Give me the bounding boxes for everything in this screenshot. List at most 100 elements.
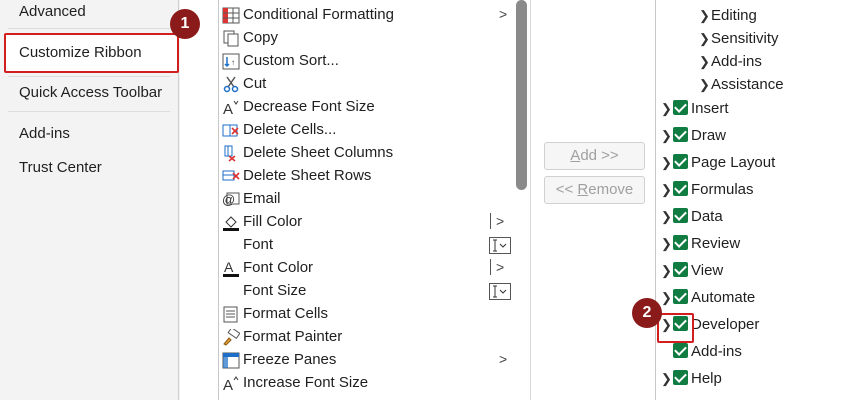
checkbox-checked[interactable] [673, 343, 688, 358]
checkbox-checked[interactable] [673, 127, 688, 142]
command-item[interactable]: ↑ Custom Sort... [219, 50, 515, 73]
command-item[interactable]: Delete Sheet Rows [219, 165, 515, 188]
command-item[interactable]: A Increase Font Size [219, 372, 515, 395]
command-item[interactable]: A Font Color > [219, 257, 515, 280]
add-button[interactable]: Add >> [544, 142, 645, 170]
command-label: Font Color [243, 259, 314, 276]
nav-item-trust-center[interactable]: Trust Center [19, 158, 102, 178]
checkbox-checked[interactable] [673, 100, 688, 115]
tree-tab-draw[interactable]: ❯ Draw [661, 126, 726, 148]
tree-group-sensitivity[interactable]: ❯Sensitivity [699, 29, 779, 51]
tree-group-label: Add-ins [711, 53, 762, 70]
nav-divider [8, 111, 170, 112]
tree-tab-label: Review [691, 235, 741, 252]
step-marker-2: 2 [632, 298, 662, 328]
add-button-label: dd >> [580, 147, 619, 164]
checkbox-checked[interactable] [673, 154, 688, 169]
command-item[interactable]: Format Painter [219, 326, 515, 349]
tree-group-assistance[interactable]: ❯Assistance [699, 75, 784, 97]
cut-icon [223, 76, 239, 93]
nav-item-add-ins[interactable]: Add-ins [19, 124, 70, 144]
options-nav: Advanced Customize Ribbon Quick Access T… [0, 0, 179, 400]
checkbox-checked[interactable] [673, 262, 688, 277]
split-chevron-right-icon: > [490, 213, 504, 229]
nav-divider [8, 76, 170, 77]
tree-tab-label: Developer [691, 316, 760, 333]
command-item[interactable]: Fill Color > [219, 211, 515, 234]
tree-group-add-ins[interactable]: ❯Add-ins [699, 52, 762, 74]
chevron-right-icon: ❯ [661, 182, 672, 197]
command-label: Font [243, 236, 274, 253]
tree-tab-view[interactable]: ❯ View [661, 261, 723, 283]
chevron-right-icon: ❯ [661, 155, 672, 170]
command-item[interactable]: Format Cells [219, 303, 515, 326]
decrease-font-size-icon: A [223, 100, 239, 116]
tree-tab-page-layout[interactable]: ❯ Page Layout [661, 153, 775, 175]
developer-checkbox-highlight [657, 313, 694, 343]
conditional-formatting-icon [222, 7, 240, 24]
command-label: Delete Sheet Rows [243, 167, 372, 184]
chevron-right-icon: ❯ [661, 101, 672, 116]
combo-dropdown-icon [489, 237, 511, 254]
commands-list[interactable]: Conditional Formatting > Copy ↑ Custom S… [218, 0, 514, 400]
command-item[interactable]: Freeze Panes > [219, 349, 515, 372]
command-label: Fill Color [243, 213, 303, 230]
tree-tab-add-ins[interactable]: Add-ins [673, 342, 742, 364]
command-item[interactable]: Cut [219, 73, 515, 96]
tree-group-label: Sensitivity [711, 30, 779, 47]
command-label: Delete Sheet Columns [243, 144, 394, 161]
chevron-right-icon: ❯ [661, 290, 672, 305]
chevron-right-icon: ❯ [661, 263, 672, 278]
tree-tab-label: Page Layout [691, 154, 776, 171]
remove-button-accelerator: R [577, 181, 589, 198]
tree-tab-formulas[interactable]: ❯ Formulas [661, 180, 754, 202]
tree-tab-data[interactable]: ❯ Data [661, 207, 723, 229]
command-label: Format Painter [243, 328, 343, 345]
command-item[interactable]: @ Email [219, 188, 515, 211]
chevron-right-icon: ❯ [661, 371, 672, 386]
tree-tab-label: Help [691, 370, 722, 387]
command-label: Freeze Panes [243, 351, 337, 368]
svg-text:A: A [224, 260, 234, 275]
email-icon: @ [222, 192, 240, 207]
command-item[interactable]: Font Size [219, 280, 515, 303]
tree-tab-label: Add-ins [691, 343, 742, 360]
tree-group-label: Editing [711, 7, 757, 24]
chevron-right-icon: > [499, 351, 508, 367]
checkbox-checked[interactable] [673, 235, 688, 250]
tree-group-editing[interactable]: ❯Editing [699, 6, 757, 28]
delete-sheet-columns-icon [224, 145, 236, 162]
custom-sort-icon: ↑ [222, 53, 240, 70]
command-label: Cut [243, 75, 267, 92]
svg-text:A: A [223, 101, 233, 116]
command-item[interactable]: Delete Sheet Columns [219, 142, 515, 165]
tree-tab-review[interactable]: ❯ Review [661, 234, 740, 256]
command-label: Decrease Font Size [243, 98, 375, 115]
command-label: Delete Cells... [243, 121, 337, 138]
remove-button[interactable]: << Remove [544, 176, 645, 204]
command-item[interactable]: Font [219, 234, 515, 257]
checkbox-checked[interactable] [673, 208, 688, 223]
nav-item-customize-ribbon[interactable]: Customize Ribbon [19, 43, 142, 63]
tree-tab-label: Insert [691, 100, 729, 117]
tree-tab-label: Draw [691, 127, 727, 144]
tree-tab-label: Automate [691, 289, 756, 306]
checkbox-checked[interactable] [673, 181, 688, 196]
add-button-accelerator: A [570, 147, 581, 164]
delete-sheet-rows-icon [222, 170, 240, 181]
chevron-right-icon: ❯ [699, 77, 710, 92]
commands-scroll-thumb[interactable] [516, 0, 527, 190]
tree-tab-help[interactable]: ❯ Help [661, 369, 722, 391]
command-label: Increase Font Size [243, 374, 369, 391]
nav-item-advanced[interactable]: Advanced [19, 2, 86, 22]
checkbox-checked[interactable] [673, 289, 688, 304]
tree-tab-automate[interactable]: ❯ Automate [661, 288, 755, 310]
checkbox-checked[interactable] [673, 370, 688, 385]
command-item[interactable]: A Decrease Font Size [219, 96, 515, 119]
command-item[interactable]: Conditional Formatting > [219, 4, 515, 27]
nav-item-quick-access-toolbar[interactable]: Quick Access Toolbar [19, 83, 162, 103]
command-item[interactable]: Delete Cells... [219, 119, 515, 142]
command-item[interactable]: Copy [219, 27, 515, 50]
split-chevron-right-icon: > [490, 259, 504, 275]
tree-tab-insert[interactable]: ❯ Insert [661, 99, 729, 121]
